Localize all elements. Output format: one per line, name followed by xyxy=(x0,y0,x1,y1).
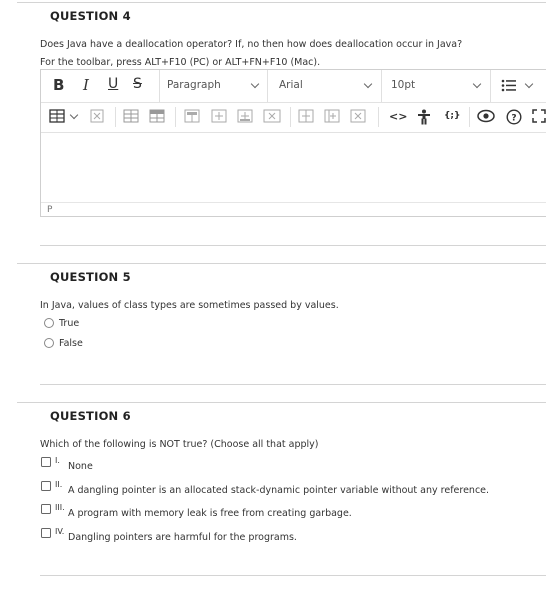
option-iv-text: Dangling pointers are harmful for the pr… xyxy=(68,532,297,543)
option-iii-number: III. xyxy=(55,503,65,512)
delete-row-icon[interactable] xyxy=(237,109,253,123)
bold-button[interactable]: B xyxy=(53,76,64,94)
insert-row-after-icon[interactable] xyxy=(211,109,227,123)
insert-row-before-icon[interactable] xyxy=(184,109,200,123)
table-icon[interactable] xyxy=(49,109,65,123)
option-i-checkbox[interactable] xyxy=(41,457,51,467)
font-size-label: 10pt xyxy=(391,79,416,91)
strikethrough-button[interactable]: S xyxy=(133,76,142,92)
delete-column-icon[interactable] xyxy=(263,109,281,123)
question-6-title: QUESTION 6 xyxy=(50,409,131,423)
editor-toolbar-row-1: B I U S Paragraph Arial 10pt xyxy=(41,70,546,103)
editor-toolbar-row-2: <> {;} ? xyxy=(41,102,546,133)
question-divider xyxy=(17,402,546,403)
question-4-prompt: Does Java have a deallocation operator? … xyxy=(40,39,463,50)
status-bar-divider xyxy=(41,202,546,203)
toolbar-separator xyxy=(290,107,291,127)
toolbar-separator xyxy=(490,70,491,102)
chevron-down-icon xyxy=(472,79,482,89)
option-iii-checkbox[interactable] xyxy=(41,504,51,514)
list-dropdown[interactable] xyxy=(493,76,543,96)
option-iii-text: A program with memory leak is free from … xyxy=(68,508,352,519)
toolbar-separator xyxy=(115,107,116,127)
answer-divider xyxy=(40,575,546,576)
delete-table-icon[interactable] xyxy=(90,109,104,123)
option-ii-checkbox[interactable] xyxy=(41,481,51,491)
top-divider xyxy=(17,2,546,3)
source-code-icon[interactable]: <> xyxy=(389,110,407,123)
answer-divider xyxy=(40,384,546,385)
underline-button[interactable]: U xyxy=(108,76,118,92)
delete-cell-icon[interactable] xyxy=(350,109,366,123)
true-radio[interactable] xyxy=(44,318,54,328)
question-4-title: QUESTION 4 xyxy=(50,9,131,23)
question-5-title: QUESTION 5 xyxy=(50,270,131,284)
help-icon[interactable]: ? xyxy=(506,109,522,125)
option-iv-number: IV. xyxy=(55,527,65,536)
question-5-prompt: In Java, values of class types are somet… xyxy=(40,300,339,311)
preview-eye-icon[interactable] xyxy=(477,109,495,123)
svg-text:?: ? xyxy=(511,113,516,123)
table-cell-properties-icon[interactable] xyxy=(149,109,165,123)
option-i-number: I. xyxy=(55,456,60,465)
chevron-down-icon xyxy=(250,79,260,89)
font-size-dropdown[interactable]: 10pt xyxy=(381,70,490,102)
option-iv-checkbox[interactable] xyxy=(41,528,51,538)
insert-column-after-icon[interactable] xyxy=(324,109,340,123)
paragraph-dropdown-label: Paragraph xyxy=(167,79,221,91)
toolbar-separator xyxy=(469,107,470,127)
editor-status-path: P xyxy=(47,205,53,215)
false-option-label: False xyxy=(59,338,83,349)
chevron-down-icon xyxy=(363,79,373,89)
rich-text-editor: B I U S Paragraph Arial 10pt <> {;} ? P xyxy=(40,69,546,217)
insert-column-before-icon[interactable] xyxy=(298,109,314,123)
toolbar-hint: For the toolbar, press ALT+F10 (PC) or A… xyxy=(40,57,321,68)
question-divider xyxy=(17,263,546,264)
toolbar-separator xyxy=(378,107,379,127)
paragraph-dropdown[interactable]: Paragraph xyxy=(159,70,267,102)
font-family-label: Arial xyxy=(279,79,303,91)
chevron-down-icon xyxy=(69,110,79,120)
editor-content-area[interactable] xyxy=(41,132,546,202)
toolbar-separator xyxy=(175,107,176,127)
bullet-list-icon xyxy=(501,79,516,92)
option-ii-text: A dangling pointer is an allocated stack… xyxy=(68,485,490,496)
option-i-text: None xyxy=(68,461,93,472)
chevron-down-icon xyxy=(524,79,534,89)
accessibility-icon[interactable] xyxy=(417,109,431,125)
mashup-icon[interactable]: {;} xyxy=(444,111,460,121)
table-row-properties-icon[interactable] xyxy=(123,109,139,123)
answer-divider xyxy=(40,245,546,246)
option-ii-number: II. xyxy=(55,480,63,489)
question-6-prompt: Which of the following is NOT true? (Cho… xyxy=(40,439,319,450)
fullscreen-icon[interactable] xyxy=(532,109,546,123)
false-radio[interactable] xyxy=(44,338,54,348)
font-family-dropdown[interactable]: Arial xyxy=(267,70,381,102)
true-option-label: True xyxy=(59,318,80,329)
italic-button[interactable]: I xyxy=(83,76,89,94)
